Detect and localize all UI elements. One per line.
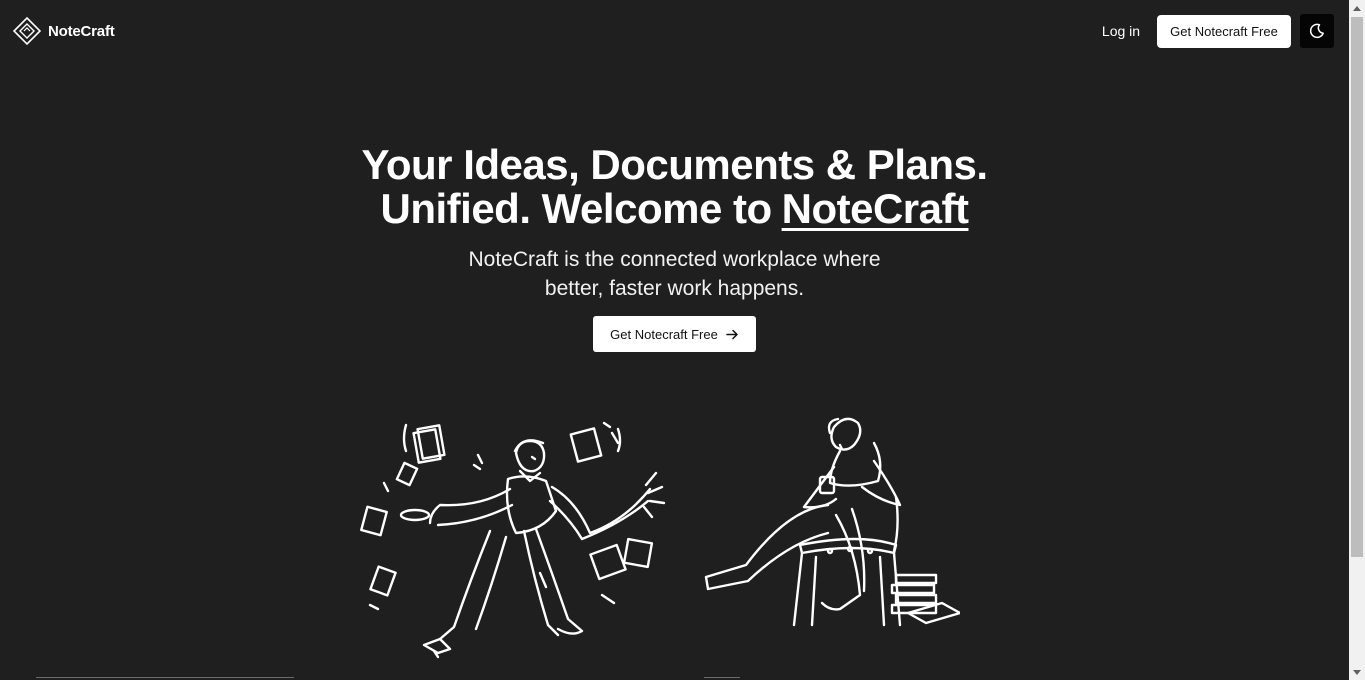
hero-subtitle: NoteCraft is the connected workplace whe…	[0, 245, 1349, 303]
headline-brand: NoteCraft	[781, 185, 969, 232]
scroll-up-button[interactable]	[1349, 0, 1365, 15]
scroll-indicator-mark	[704, 677, 740, 678]
brand-name: NoteCraft	[48, 22, 115, 40]
juggling-man-illustration	[422, 439, 666, 659]
theme-toggle-button[interactable]	[1300, 14, 1334, 48]
caret-down-icon	[1353, 669, 1361, 675]
hero-illustration	[360, 417, 960, 659]
subtitle-line-2: better, faster work happens.	[544, 277, 805, 300]
subtitle-line-1: NoteCraft is the connected workplace whe…	[468, 248, 881, 271]
arrow-right-icon	[726, 329, 738, 339]
scroll-thumb[interactable]	[1351, 17, 1363, 557]
moon-icon	[1309, 23, 1324, 39]
sitting-woman-illustration	[704, 417, 960, 627]
diamond-logo-icon	[13, 17, 41, 45]
hero-cta-label: Get Notecraft Free	[610, 326, 718, 342]
vertical-scrollbar[interactable]	[1349, 0, 1365, 680]
headline-line-2-prefix: Unified. Welcome to	[380, 185, 773, 232]
hero-headline: Your Ideas, Documents & Plans. Unified. …	[0, 143, 1349, 231]
logo[interactable]: NoteCraft	[13, 17, 115, 45]
headline-line-1: Your Ideas, Documents & Plans.	[361, 141, 988, 188]
scroll-indicator-line	[36, 677, 294, 678]
landing-page: NoteCraft Log in Get Notecraft Free Your…	[0, 0, 1365, 680]
login-link[interactable]: Log in	[1096, 20, 1146, 42]
hero-cta-button[interactable]: Get Notecraft Free	[593, 316, 756, 352]
get-notecraft-free-button[interactable]: Get Notecraft Free	[1157, 15, 1291, 48]
flying-papers-illustration	[360, 421, 654, 611]
caret-up-icon	[1353, 5, 1361, 11]
scroll-down-button[interactable]	[1349, 665, 1365, 680]
